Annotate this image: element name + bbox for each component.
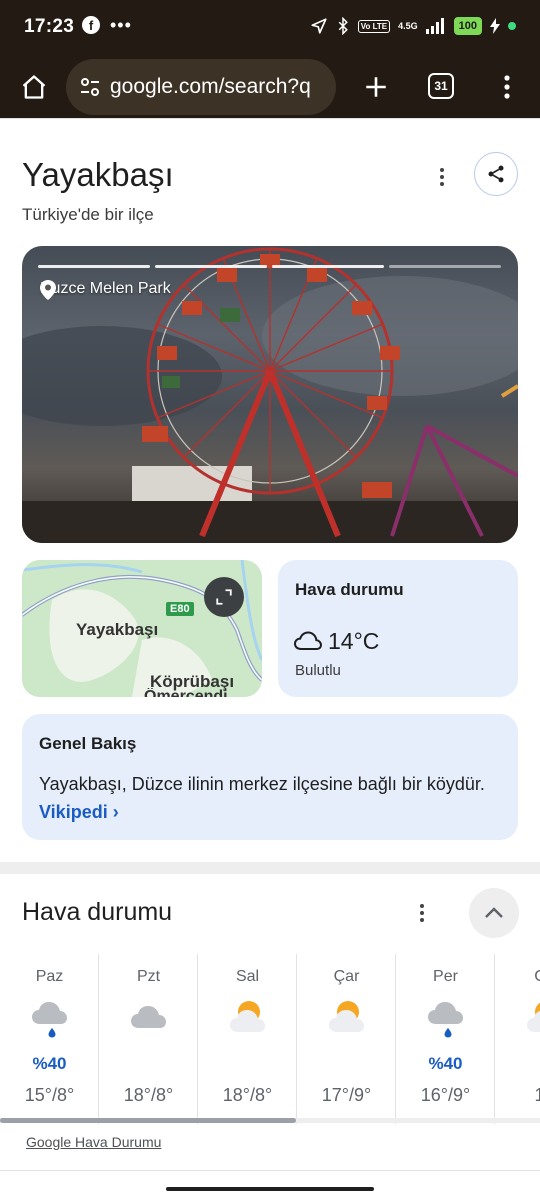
photo-location[interactable]: Duzce Melen Park xyxy=(40,280,171,300)
new-tab-button[interactable] xyxy=(356,67,396,107)
gesture-navigation-bar[interactable] xyxy=(166,1187,374,1191)
plus-icon xyxy=(366,77,386,97)
tab-switcher-button[interactable]: 31 xyxy=(428,73,454,99)
signal-icon xyxy=(425,18,444,34)
collapse-button[interactable] xyxy=(469,888,519,938)
status-bar: 17:23 f ••• Vo LTE 4.5G 100 xyxy=(0,0,540,56)
forecast-strip[interactable]: Paz %40 15°/8° Pzt 18°/8° Sal 18°/8° Çar… xyxy=(0,954,540,1124)
volte-badge: Vo LTE xyxy=(357,19,391,33)
temp-range: 15°/8° xyxy=(24,1085,75,1105)
temp-range: 18°/8° xyxy=(222,1085,273,1105)
share-icon xyxy=(488,165,504,183)
battery-indicator: 100 xyxy=(453,17,482,35)
day-name: Çar xyxy=(333,968,360,985)
day-name: Cu xyxy=(495,968,540,986)
partly-sunny-icon xyxy=(329,1001,364,1032)
place-photo[interactable]: Duzce Melen Park xyxy=(22,246,518,543)
partly-sunny-icon xyxy=(230,1001,265,1032)
rain-cloud-icon xyxy=(32,1002,67,1038)
day-name: Pzt xyxy=(136,968,161,985)
browser-toolbar: google.com/search?q 31 xyxy=(0,56,540,118)
temp-range: 17 xyxy=(534,1085,540,1105)
map-label-third: Ömerçendi xyxy=(144,688,228,697)
cloud-icon xyxy=(294,631,322,650)
forecast-day[interactable]: Per %40 16°/9° xyxy=(396,954,495,1124)
rain-chance: %40 xyxy=(428,1054,463,1073)
site-settings-icon[interactable] xyxy=(78,75,102,99)
overview-title: Genel Bakış xyxy=(39,734,137,753)
cloud-icon xyxy=(131,1006,166,1028)
location-icon xyxy=(311,18,327,34)
home-icon xyxy=(22,75,46,99)
map-road-label: E80 xyxy=(166,602,194,616)
privacy-dot xyxy=(508,22,516,30)
rain-cloud-icon xyxy=(428,1002,463,1038)
entity-more-button[interactable] xyxy=(428,162,456,192)
day-name: Sal xyxy=(235,968,260,985)
overview-description: Yayakbaşı, Düzce ilinin merkez ilçesine … xyxy=(39,774,485,794)
forecast-day[interactable]: Pzt 18°/8° xyxy=(99,954,198,1124)
expand-map-button[interactable] xyxy=(204,577,244,617)
more-notifications-icon: ••• xyxy=(110,15,132,35)
chevron-up-icon xyxy=(485,907,503,918)
forecast-day[interactable]: Sal 18°/8° xyxy=(198,954,297,1124)
share-button[interactable] xyxy=(474,152,518,196)
entity-title: Yayakbaşı xyxy=(22,156,174,193)
location-pin-icon xyxy=(40,280,56,300)
forecast-day[interactable]: Paz %40 15°/8° xyxy=(0,954,99,1124)
facebook-icon: f xyxy=(82,16,100,34)
photo-progress xyxy=(38,265,501,268)
temp-range: 17°/9° xyxy=(321,1085,372,1105)
forecast-scrollbar[interactable] xyxy=(0,1118,296,1123)
weather-card-condition: Bulutlu xyxy=(295,662,341,679)
photo-caption-text: Duzce Melen Park xyxy=(40,280,171,297)
day-name: Per xyxy=(433,968,458,985)
weather-section-title: Hava durumu xyxy=(22,898,173,926)
status-time: 17:23 xyxy=(24,16,75,37)
url-text[interactable]: google.com/search?q xyxy=(110,75,311,99)
network-type: 4.5G xyxy=(398,20,418,31)
temp-range: 18°/8° xyxy=(123,1085,174,1105)
forecast-day[interactable]: Cu 17 xyxy=(495,954,540,1124)
entity-subtitle: Türkiye'de bir ilçe xyxy=(22,205,154,224)
home-button[interactable] xyxy=(14,67,54,107)
wikipedia-link[interactable]: Vikipedi › xyxy=(39,802,119,822)
overview-text: Yayakbaşı, Düzce ilinin merkez ilçesine … xyxy=(39,770,499,826)
weather-source-link[interactable]: Google Hava Durumu xyxy=(26,1134,161,1150)
bluetooth-icon xyxy=(338,17,348,35)
content-top-divider xyxy=(0,118,540,130)
charging-icon xyxy=(490,18,500,34)
weather-more-button[interactable] xyxy=(410,898,434,928)
temp-range: 16°/9° xyxy=(420,1085,471,1105)
rain-chance: %40 xyxy=(32,1054,67,1073)
day-name: Paz xyxy=(35,968,64,985)
weather-card[interactable]: Hava durumu 14°C Bulutlu xyxy=(278,560,518,697)
map-label-main: Yayakbaşı xyxy=(76,620,159,639)
more-vert-icon xyxy=(440,168,444,186)
bottom-divider xyxy=(0,1170,540,1171)
overview-card: Genel Bakış Yayakbaşı, Düzce ilinin merk… xyxy=(22,714,518,840)
partly-sunny-icon xyxy=(527,1002,540,1032)
forecast-day[interactable]: Çar 17°/9° xyxy=(297,954,396,1124)
section-divider xyxy=(0,862,540,874)
notification-icons: f ••• xyxy=(82,16,132,34)
expand-icon xyxy=(216,589,232,605)
more-vert-icon xyxy=(420,904,424,922)
url-bar[interactable]: google.com/search?q xyxy=(66,59,336,115)
weather-card-title: Hava durumu xyxy=(295,580,404,599)
browser-menu-button[interactable] xyxy=(494,67,520,107)
more-vert-icon xyxy=(504,75,510,99)
weather-card-temp: 14°C xyxy=(328,628,380,654)
system-icons: Vo LTE 4.5G 100 xyxy=(310,17,516,35)
